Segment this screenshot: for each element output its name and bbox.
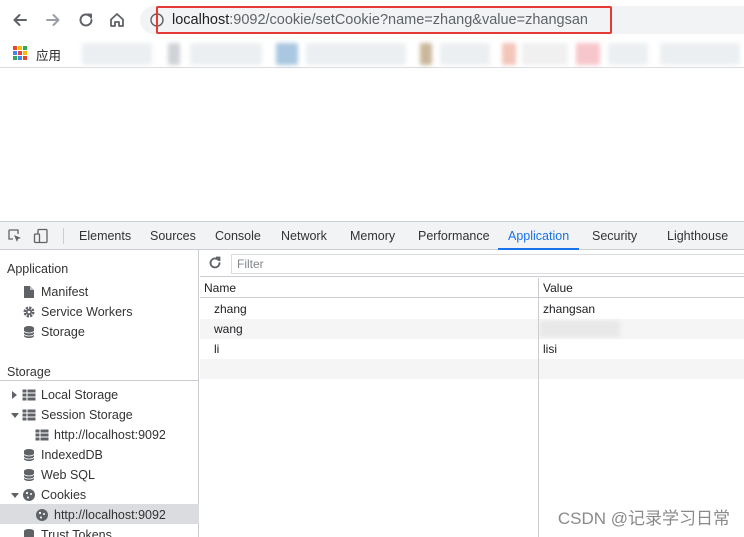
bookmark-redacted[interactable] [420, 43, 432, 65]
sidebar-item-session-storage[interactable]: Session Storage [22, 405, 133, 425]
apps-label[interactable]: 应用 [36, 45, 61, 64]
bookmark-redacted[interactable] [276, 43, 298, 65]
home-icon[interactable] [105, 8, 129, 32]
forward-icon[interactable] [41, 8, 65, 32]
tab-separator [63, 228, 64, 244]
tab-security[interactable]: Security [592, 222, 637, 250]
tab-memory[interactable]: Memory [350, 222, 395, 250]
url-host: localhost [172, 12, 230, 28]
sidebar-item-trust-tokens[interactable]: Trust Tokens [22, 525, 112, 537]
table-icon [22, 388, 36, 402]
sidebar-item-label: Trust Tokens [41, 528, 112, 537]
bookmark-redacted[interactable] [440, 43, 490, 65]
database-icon [22, 325, 36, 339]
sidebar-item-label: http://localhost:9092 [54, 428, 166, 442]
sidebar-item-indexeddb[interactable]: IndexedDB [22, 445, 103, 465]
section-title-storage: Storage [7, 365, 51, 379]
filter-toolbar: Filter [200, 250, 744, 277]
sidebar-divider [0, 380, 199, 381]
bookmark-redacted[interactable] [660, 43, 740, 65]
sidebar-item-manifest[interactable]: Manifest [22, 282, 88, 302]
devtools-panel: Elements Sources Console Network Memory … [0, 221, 744, 537]
sidebar-item-cookies-origin[interactable]: http://localhost:9092 [35, 505, 166, 525]
cookie-value: zhangsan [543, 302, 596, 316]
table-icon [22, 408, 36, 422]
expand-arrow-icon[interactable] [12, 391, 17, 399]
sidebar-item-label: Web SQL [41, 468, 95, 482]
url-path: :9092/cookie/setCookie?name=zhang&value=… [229, 12, 588, 28]
cookie-icon [35, 508, 49, 522]
devtools-tab-bar: Elements Sources Console Network Memory … [0, 222, 744, 250]
bookmarks-bar: 应用 [0, 40, 744, 68]
sidebar-item-cookies[interactable]: Cookies [22, 485, 86, 505]
cookie-name: zhang [214, 302, 247, 316]
database-icon [22, 528, 36, 537]
table-row-empty [200, 359, 744, 379]
sidebar-item-label: Local Storage [41, 388, 119, 402]
tab-console[interactable]: Console [215, 222, 261, 250]
redacted-value [540, 321, 620, 337]
reload-icon[interactable] [74, 8, 98, 32]
sidebar-item-local-storage[interactable]: Local Storage [22, 385, 118, 405]
cookies-panel: Filter Name Value zhang zhangsan wang li… [200, 250, 744, 537]
cookie-name: li [214, 342, 220, 356]
column-divider [538, 278, 539, 537]
bookmark-redacted[interactable] [82, 43, 152, 65]
sidebar-item-label: Manifest [41, 285, 89, 299]
sidebar-item-label: http://localhost:9092 [54, 508, 166, 522]
file-icon [22, 285, 36, 299]
sidebar-item-label: Storage [41, 325, 85, 339]
sidebar-item-storage[interactable]: Storage [22, 322, 85, 342]
filter-input[interactable]: Filter [231, 254, 744, 274]
sidebar-item-label: IndexedDB [41, 448, 103, 462]
bookmark-redacted[interactable] [168, 43, 180, 65]
tab-lighthouse[interactable]: Lighthouse [667, 222, 728, 250]
section-title-application: Application [7, 262, 69, 276]
bookmark-redacted[interactable] [608, 43, 648, 65]
table-row[interactable]: wang [200, 319, 744, 339]
tab-network[interactable]: Network [281, 222, 327, 250]
cookie-value: lisi [543, 342, 557, 356]
database-icon [22, 468, 36, 482]
watermark: CSDN @记录学习日常 [557, 509, 730, 528]
tab-performance[interactable]: Performance [418, 222, 490, 250]
bookmark-redacted[interactable] [190, 43, 262, 65]
sidebar-item-label: Session Storage [41, 408, 133, 422]
device-toolbar-icon[interactable] [33, 228, 49, 244]
browser-toolbar: localhost:9092/cookie/setCookie?name=zha… [0, 0, 744, 40]
sidebar-item-label: Cookies [41, 488, 87, 502]
sidebar-item-service-workers[interactable]: Service Workers [22, 302, 132, 322]
column-header-name[interactable]: Name [204, 281, 236, 295]
apps-grid-icon[interactable] [13, 46, 27, 60]
url-text[interactable]: localhost:9092/cookie/setCookie?name=zha… [156, 6, 612, 34]
tab-elements[interactable]: Elements [79, 222, 131, 250]
sidebar-item-session-origin[interactable]: http://localhost:9092 [35, 425, 166, 445]
inspect-element-icon[interactable] [7, 228, 23, 244]
sidebar-item-label: Service Workers [41, 305, 133, 319]
bookmark-redacted[interactable] [522, 43, 568, 65]
cookie-icon [22, 488, 36, 502]
table-row[interactable]: zhang zhangsan [200, 299, 744, 319]
bookmark-redacted[interactable] [502, 43, 516, 65]
collapse-arrow-icon[interactable] [11, 413, 19, 418]
sidebar-item-websql[interactable]: Web SQL [22, 465, 95, 485]
database-icon [22, 448, 36, 462]
tab-application[interactable]: Application [498, 222, 580, 250]
application-sidebar: Application Manifest Service Workers Sto… [0, 250, 199, 537]
table-header: Name Value [200, 278, 744, 298]
cookie-name: wang [214, 322, 243, 336]
refresh-icon[interactable] [208, 256, 222, 273]
tab-sources[interactable]: Sources [150, 222, 196, 250]
table-row[interactable]: li lisi [200, 339, 744, 359]
collapse-arrow-icon[interactable] [11, 493, 19, 498]
gear-icon [22, 305, 36, 319]
table-icon [35, 428, 49, 442]
address-bar[interactable]: localhost:9092/cookie/setCookie?name=zha… [140, 6, 744, 34]
bookmark-redacted[interactable] [306, 43, 406, 65]
back-icon[interactable] [8, 8, 32, 32]
column-header-value[interactable]: Value [543, 281, 573, 295]
bookmark-redacted[interactable] [576, 43, 600, 65]
